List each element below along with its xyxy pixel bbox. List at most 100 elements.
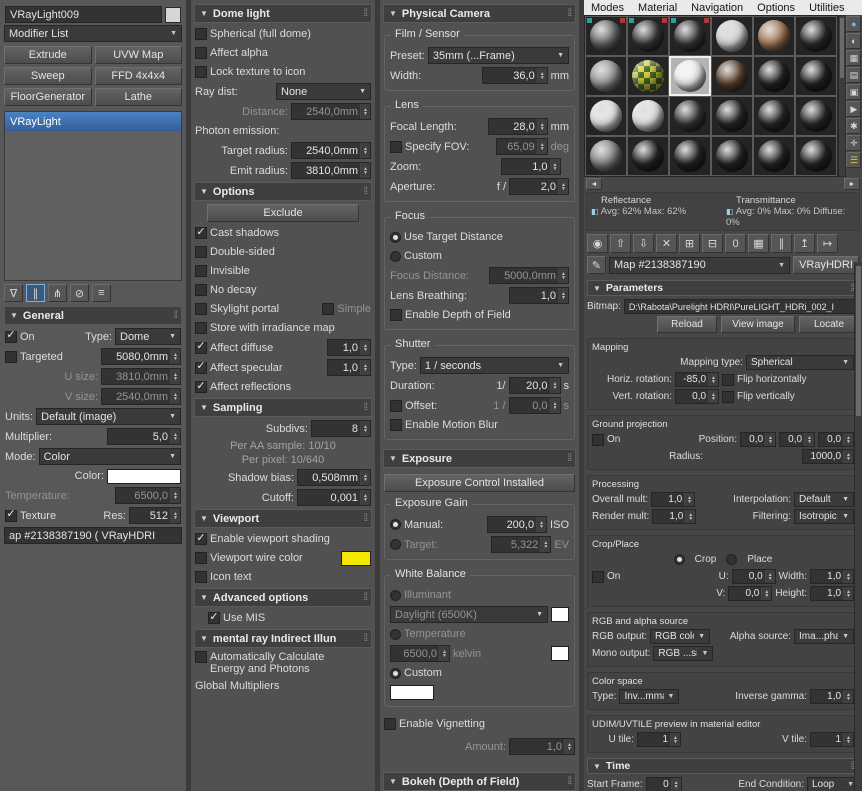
object-name-field[interactable]: VRayLight009 [5, 6, 162, 23]
make-preview-icon[interactable]: ▶ [846, 101, 862, 117]
affect-reflections-checkbox[interactable] [195, 381, 207, 393]
auto-calc-checkbox[interactable] [195, 651, 207, 663]
bokeh-rollout-header[interactable]: Bokeh (Depth of Field) [383, 772, 576, 791]
general-rollout-header[interactable]: General [4, 306, 182, 325]
exposure-rollout-header[interactable]: Exposure [383, 449, 576, 468]
preset-dropdown[interactable]: 35mm (...Frame) [427, 47, 569, 64]
affect-specular-spinner[interactable]: 1,0 [327, 359, 371, 376]
target-distance-spinner[interactable]: 5080,0mm [101, 348, 181, 365]
reload-button[interactable]: Reload [657, 316, 717, 333]
options-rollout-header[interactable]: Options [194, 182, 372, 201]
render-mult-spinner[interactable]: 1,0 [652, 509, 697, 524]
double-sided-checkbox[interactable] [195, 246, 207, 258]
physical-camera-rollout-header[interactable]: Physical Camera [383, 4, 576, 23]
vert-rotation-spinner[interactable]: 0,0 [675, 389, 719, 404]
shutter-type-dropdown[interactable]: 1 / seconds [419, 357, 569, 374]
flip-horizontally-checkbox[interactable] [722, 373, 734, 386]
affect-specular-checkbox[interactable] [195, 361, 207, 374]
parameters-rollout-header[interactable]: Parameters [587, 280, 859, 296]
manual-iso-radio[interactable] [390, 519, 401, 530]
scroll-right-icon[interactable]: ► [844, 178, 860, 190]
spherical-checkbox[interactable] [195, 28, 207, 40]
affect-diffuse-checkbox[interactable] [195, 341, 207, 354]
aperture-spinner[interactable]: 2,0 [509, 178, 569, 195]
material-sample-slot[interactable] [795, 96, 837, 136]
no-decay-checkbox[interactable] [195, 284, 207, 296]
iso-spinner[interactable]: 200,0 [487, 516, 548, 533]
ray-dist-dropdown[interactable]: None [276, 83, 371, 100]
menu-material[interactable]: Material [631, 2, 684, 14]
use-target-distance-radio[interactable] [390, 231, 401, 243]
target-ev-radio[interactable] [390, 539, 401, 550]
crop-height-spinner[interactable]: 1,0 [810, 586, 854, 601]
skylight-portal-checkbox[interactable] [195, 303, 207, 315]
shadow-bias-spinner[interactable]: 0,508mm [297, 469, 371, 486]
make-material-copy-icon[interactable]: ⊞ [679, 234, 700, 253]
units-dropdown[interactable]: Default (image) [36, 408, 181, 425]
crop-width-spinner[interactable]: 1,0 [810, 569, 854, 584]
material-sample-slot[interactable] [795, 16, 837, 56]
store-irradiance-checkbox[interactable] [195, 322, 207, 334]
bitmap-path-button[interactable]: D:\Rabota\Purelight HDRI\PureLIGHT_HDRi_… [623, 299, 859, 314]
interpolation-dropdown[interactable]: Default [794, 492, 854, 507]
material-sample-slot[interactable] [627, 136, 669, 176]
material-sample-slot[interactable] [669, 136, 711, 176]
scrollbar-thumb[interactable] [856, 266, 861, 416]
viewport-rollout-header[interactable]: Viewport [194, 509, 372, 528]
modifier-button-sweep[interactable]: Sweep [4, 67, 92, 85]
material-sample-slot[interactable] [753, 96, 795, 136]
slots-scrollbar[interactable] [838, 15, 846, 177]
modifier-list-dropdown[interactable]: Modifier List [4, 25, 182, 42]
material-sample-slot[interactable] [585, 136, 627, 176]
enable-vignetting-checkbox[interactable] [384, 718, 396, 730]
alpha-source-dropdown[interactable]: Ima...pha [794, 629, 854, 644]
texture-map-slot-button[interactable]: ap #2138387190 ( VRayHDRI [4, 527, 182, 544]
cast-shadows-checkbox[interactable] [195, 227, 207, 239]
material-sample-slot[interactable] [753, 136, 795, 176]
start-frame-spinner[interactable]: 0 [645, 777, 682, 791]
position-x-spinner[interactable]: 0,0 [740, 432, 776, 447]
film-width-spinner[interactable]: 36,0 [481, 67, 548, 84]
icon-text-checkbox[interactable] [195, 571, 207, 583]
light-color-swatch[interactable] [107, 468, 181, 484]
wb-custom-swatch[interactable] [390, 684, 434, 700]
exclude-button[interactable]: Exclude [207, 204, 359, 222]
material-map-navigator-icon[interactable]: ☰ [846, 152, 862, 168]
targeted-checkbox[interactable] [5, 350, 17, 363]
parameters-scrollbar[interactable] [854, 262, 862, 791]
material-sample-slot[interactable] [795, 136, 837, 176]
ground-on-checkbox[interactable] [592, 433, 604, 446]
modifier-button-lathe[interactable]: Lathe [94, 88, 182, 106]
enable-viewport-shading-checkbox[interactable] [195, 533, 207, 545]
modifier-stack[interactable]: VRayLight [4, 111, 182, 281]
remove-modifier-icon[interactable]: ⊘ [70, 284, 89, 302]
exposure-control-installed-button[interactable]: Exposure Control Installed [384, 474, 575, 492]
configure-modifier-sets-icon[interactable]: ≡ [92, 284, 111, 302]
viewport-wire-color-checkbox[interactable] [195, 552, 207, 564]
make-unique-icon[interactable]: ⋔ [48, 284, 67, 302]
go-to-parent-icon[interactable]: ↥ [794, 234, 815, 253]
menu-navigation[interactable]: Navigation [684, 2, 750, 14]
place-radio[interactable] [726, 554, 738, 565]
object-color-swatch[interactable] [165, 6, 181, 23]
flip-vertically-checkbox[interactable] [722, 390, 734, 403]
on-checkbox[interactable] [5, 330, 17, 343]
inverse-gamma-spinner[interactable]: 1,0 [810, 689, 854, 704]
material-sample-slot[interactable] [627, 96, 669, 136]
material-sample-slot[interactable] [711, 96, 753, 136]
invisible-checkbox[interactable] [195, 265, 207, 277]
position-z-spinner[interactable]: 0,0 [818, 432, 854, 447]
enable-motion-blur-checkbox[interactable] [390, 419, 402, 431]
material-sample-slot[interactable] [669, 16, 711, 56]
select-by-material-icon[interactable]: ✛ [846, 135, 862, 151]
v-tile-spinner[interactable]: 1 [810, 732, 854, 747]
assign-material-to-selection-icon[interactable]: ⇩ [633, 234, 654, 253]
sample-type-sphere-icon[interactable]: ● [846, 16, 862, 32]
position-y-spinner[interactable]: 0,0 [779, 432, 815, 447]
scroll-left-icon[interactable]: ◄ [586, 178, 602, 190]
material-sample-slot[interactable] [627, 16, 669, 56]
cutoff-spinner[interactable]: 0,001 [297, 489, 371, 506]
material-sample-slot[interactable] [669, 96, 711, 136]
material-sample-slot[interactable] [753, 16, 795, 56]
stack-item-vraylight[interactable]: VRayLight [5, 112, 181, 131]
